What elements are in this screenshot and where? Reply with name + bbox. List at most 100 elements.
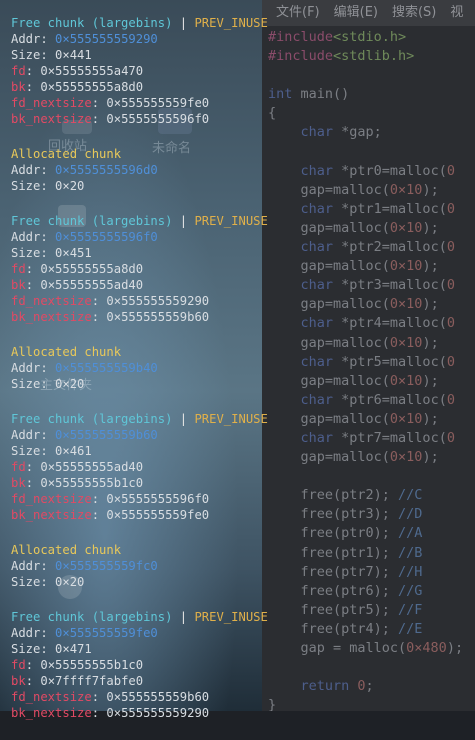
code-token: free(ptr1); xyxy=(268,544,399,561)
menu-edit[interactable]: 编辑(E) xyxy=(334,5,378,20)
chunk-header: Allocated chunk xyxy=(11,344,271,360)
chunk-field: Size: 0×20 xyxy=(11,376,271,392)
menu-view[interactable]: 视 xyxy=(450,5,463,20)
chunk-field: Addr: 0×555555559b40 xyxy=(11,360,271,376)
code-token: free(ptr6); xyxy=(268,582,399,599)
code-token: //A xyxy=(398,525,423,542)
code-token: ); xyxy=(422,449,439,466)
chunk-field: bk: 0×55555555ad40 xyxy=(11,277,271,293)
code-token: 0 xyxy=(446,239,455,256)
code-token: 0×10 xyxy=(389,181,423,198)
chunk-title: Free chunk (largebins) xyxy=(11,412,173,426)
code-line: char *ptr1=malloc(0 xyxy=(268,200,475,219)
chunk-header: Free chunk (largebins) | PREV_INUSE xyxy=(11,15,271,31)
code-token: char xyxy=(268,391,334,408)
field-value: 0×5555555596f0 xyxy=(55,230,158,244)
chunk-field: Size: 0×471 xyxy=(11,641,271,657)
field-value: 0×555555559b60 xyxy=(55,428,158,442)
code-token: 0 xyxy=(446,315,455,332)
code-line: free(ptr3); //D xyxy=(268,505,475,524)
chunk-field: fd: 0×55555555b1c0 xyxy=(11,657,271,673)
code-token: free(ptr0); xyxy=(268,525,399,542)
field-key: Size: xyxy=(11,444,56,458)
field-value: : 0×55555555a470 xyxy=(25,64,144,78)
field-value: : 0×55555555a8d0 xyxy=(25,80,144,94)
code-token: *gap; xyxy=(333,124,382,141)
code-token: *ptr0=malloc( xyxy=(333,162,447,179)
code-token: *ptr6=malloc( xyxy=(333,391,447,408)
field-value: 0×555555559fe0 xyxy=(55,626,158,640)
field-value: : 0×5555555596f0 xyxy=(91,492,210,506)
code-editor-window[interactable]: 文件(F) 编辑(E) 搜索(S) 视 #include<stdio.h> #inclu… xyxy=(260,0,475,711)
chunk-field: Size: 0×451 xyxy=(11,245,271,261)
code-line: gap=malloc(0×10); xyxy=(268,257,475,276)
field-key: Addr: xyxy=(11,559,56,573)
field-key: bk_nextsize xyxy=(11,112,92,126)
code-token: #include xyxy=(268,48,334,65)
source-code[interactable]: #include<stdio.h> #include<stdlib.h> int … xyxy=(268,28,475,711)
chunk-field: fd: 0×55555555a470 xyxy=(11,63,271,79)
chunk-field: Addr: 0×555555559290 xyxy=(11,31,271,47)
code-line: char *ptr3=malloc(0 xyxy=(268,276,475,295)
code-token: 0 xyxy=(446,200,455,217)
menu-file[interactable]: 文件(F) xyxy=(276,5,320,20)
chunk-field: fd_nextsize: 0×555555559fe0 xyxy=(11,95,271,111)
field-key: bk_nextsize xyxy=(11,706,92,720)
code-line: free(ptr5); //F xyxy=(268,601,475,620)
prev-inuse-flag: PREV_INUSE xyxy=(194,16,268,30)
field-value: 0×20 xyxy=(55,179,85,193)
menu-search[interactable]: 搜索(S) xyxy=(392,5,436,20)
code-line: int main() xyxy=(268,85,475,104)
field-value: : 0×555555559fe0 xyxy=(91,508,210,522)
prev-inuse-flag: PREV_INUSE xyxy=(194,610,268,624)
code-token: gap=malloc( xyxy=(268,181,390,198)
code-line: char *ptr6=malloc(0 xyxy=(268,391,475,410)
code-token: //B xyxy=(398,544,423,561)
code-line: free(ptr2); //C xyxy=(268,486,475,505)
chunk-header: Free chunk (largebins) | PREV_INUSE xyxy=(11,609,271,625)
field-key: fd_nextsize xyxy=(11,294,92,308)
code-token: *ptr2=malloc( xyxy=(333,239,447,256)
code-token: 0 xyxy=(446,353,455,370)
field-key: Addr: xyxy=(11,230,56,244)
field-key: fd_nextsize xyxy=(11,492,92,506)
code-token: <stdio.h> xyxy=(333,29,407,45)
code-token: free(ptr2); xyxy=(268,487,399,504)
chunk-header: Allocated chunk xyxy=(11,146,271,162)
free-chunk-block: Free chunk (largebins) | PREV_INUSE Addr:… xyxy=(11,609,271,721)
free-chunk-block: Free chunk (largebins) | PREV_INUSE Addr:… xyxy=(11,15,271,127)
chunk-field: Size: 0×20 xyxy=(11,574,271,590)
code-token: *ptr5=malloc( xyxy=(333,353,447,370)
field-key: Addr: xyxy=(11,626,56,640)
code-token: ); xyxy=(422,334,439,351)
chunk-field: Size: 0×20 xyxy=(11,178,271,194)
code-token: ); xyxy=(446,640,464,656)
code-token: gap = malloc( xyxy=(268,640,407,656)
code-token: 0 xyxy=(446,391,455,408)
chunk-field: Addr: 0×555555559b60 xyxy=(11,427,271,443)
code-token: *ptr3=malloc( xyxy=(333,277,447,294)
field-value: 0×441 xyxy=(55,48,92,62)
code-token: char xyxy=(268,353,334,370)
terminal-window[interactable]: 回收站 未命名 主文件夹 Free chunk (largebins) | PR… xyxy=(0,0,268,720)
code-token: //C xyxy=(398,487,423,504)
code-line: { xyxy=(268,104,475,123)
field-key: fd_nextsize xyxy=(11,96,92,110)
code-token: 0×10 xyxy=(389,410,423,427)
field-value: 0×555555559290 xyxy=(55,32,158,46)
field-value: 0×20 xyxy=(55,575,85,589)
allocated-chunk-block: Allocated chunk Addr: 0×555555559b40 Size:… xyxy=(11,344,271,392)
code-token: #include xyxy=(268,29,334,45)
code-token: free(ptr7); xyxy=(268,563,399,580)
code-token: 0×10 xyxy=(389,372,423,389)
code-line: char *gap; xyxy=(268,123,475,142)
code-token: ); xyxy=(422,258,439,275)
field-key: bk xyxy=(11,80,26,94)
heap-bins-output: Free chunk (largebins) | PREV_INUSE Addr:… xyxy=(11,15,271,740)
code-token: 0×480 xyxy=(406,640,447,656)
code-line: free(ptr6); //G xyxy=(268,582,475,601)
code-line: char *ptr2=malloc(0 xyxy=(268,238,475,257)
field-key: fd xyxy=(11,460,26,474)
